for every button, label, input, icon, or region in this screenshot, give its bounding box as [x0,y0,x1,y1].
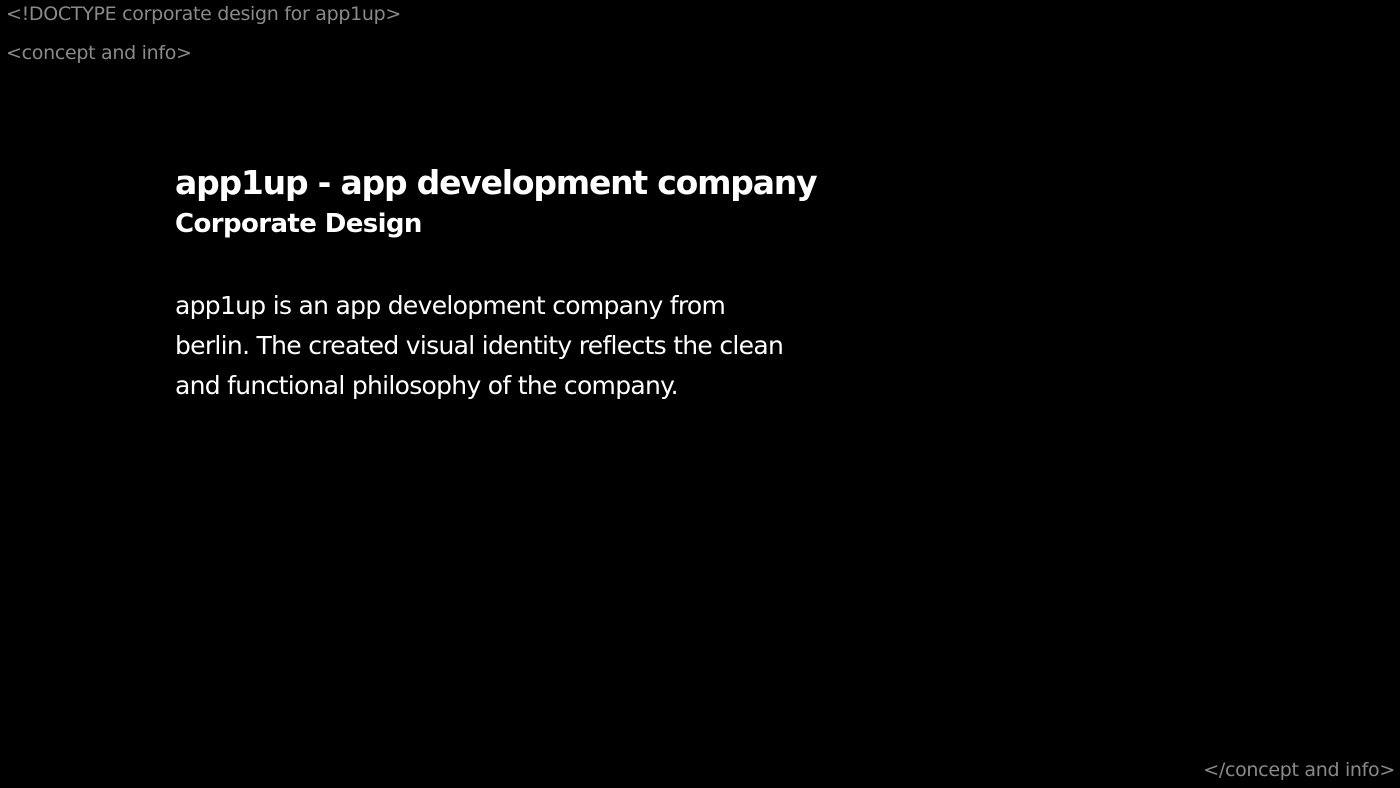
concept-open-tag: <concept and info> [6,42,192,64]
concept-close-tag: </concept and info> [1203,759,1395,781]
project-subtitle: Corporate Design [175,209,422,239]
project-description: app1up is an app development company fro… [175,291,784,400]
project-title: app1up - app development company [175,163,818,202]
project-info: app1up - app development company Corpora… [175,162,818,406]
doctype-tag: <!DOCTYPE corporate design for app1up> [6,3,402,25]
